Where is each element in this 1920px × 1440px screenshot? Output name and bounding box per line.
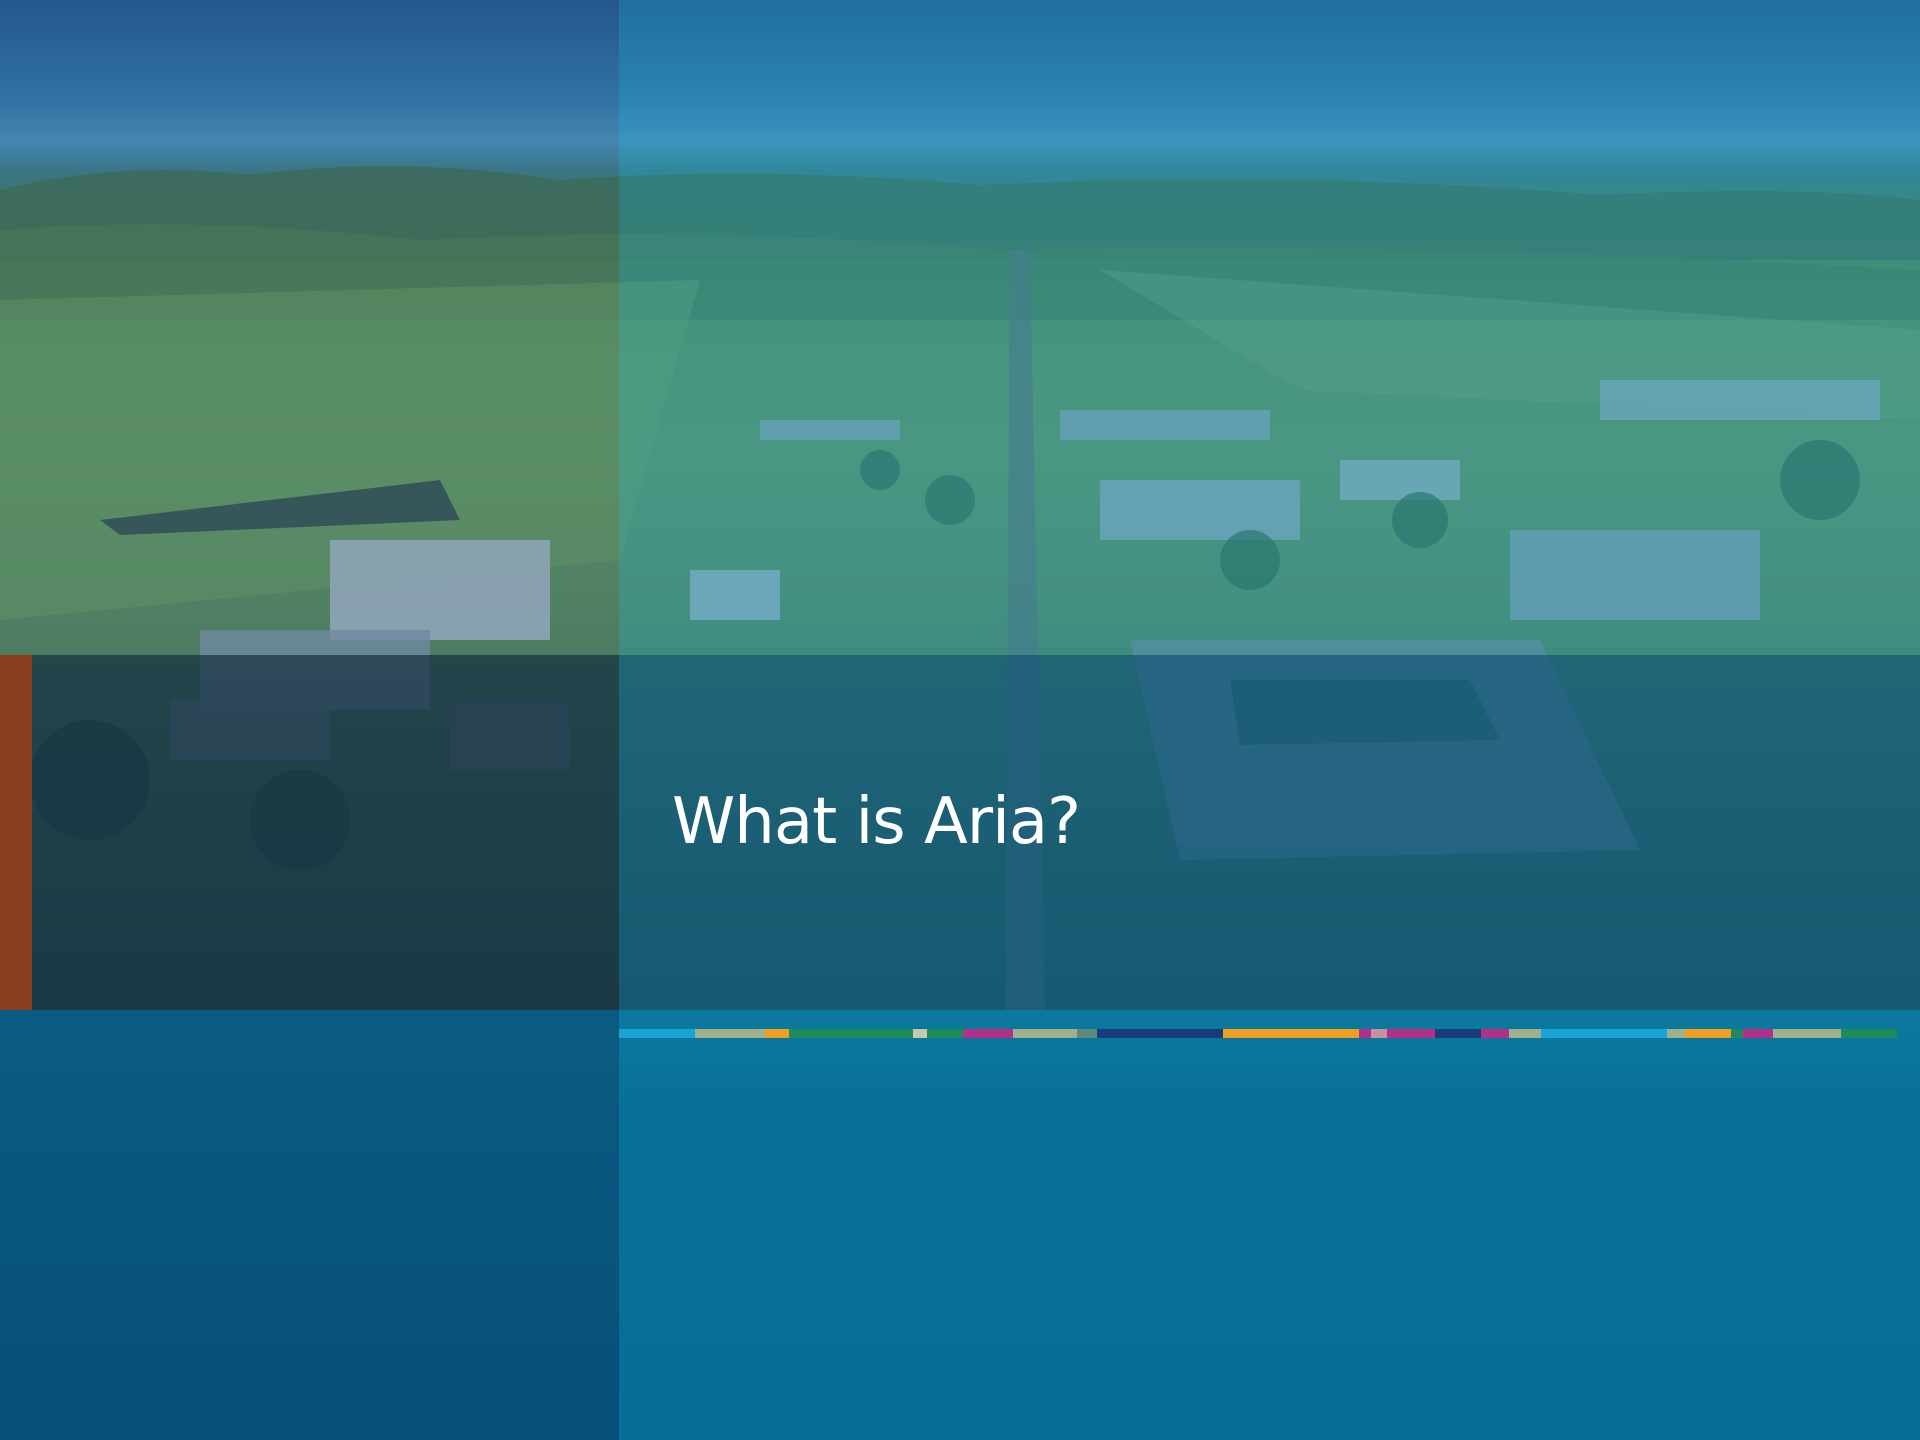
color-strip-segment bbox=[619, 1029, 695, 1038]
color-strip-segment bbox=[1481, 1029, 1509, 1038]
color-strip-segment bbox=[1685, 1029, 1731, 1038]
color-strip-segment bbox=[1077, 1029, 1097, 1038]
color-strip-segment bbox=[1097, 1029, 1223, 1038]
bottom-panel-right bbox=[619, 1010, 1920, 1440]
color-strip-segment bbox=[1773, 1029, 1841, 1038]
color-strip-segment bbox=[1743, 1029, 1773, 1038]
color-strip-segment bbox=[1435, 1029, 1481, 1038]
color-strip-segment bbox=[1731, 1029, 1743, 1038]
color-strip-segment bbox=[789, 1029, 913, 1038]
color-strip-segment bbox=[963, 1029, 1013, 1038]
title-slide: What is Aria? bbox=[0, 0, 1920, 1440]
accent-bar bbox=[0, 655, 32, 1010]
bottom-panel-left bbox=[0, 1010, 619, 1440]
color-strip-segment bbox=[1841, 1029, 1897, 1038]
color-strip-segment bbox=[913, 1029, 927, 1038]
color-strip-segment bbox=[1013, 1029, 1077, 1038]
color-strip-segment bbox=[1387, 1029, 1435, 1038]
color-strip-segment bbox=[1223, 1029, 1359, 1038]
title-band-left bbox=[0, 655, 619, 1010]
color-strip-segment bbox=[1509, 1029, 1541, 1038]
color-strip-segment bbox=[927, 1029, 963, 1038]
color-strip-segment bbox=[695, 1029, 765, 1038]
photo-tint-left bbox=[0, 0, 619, 655]
slide-title: What is Aria? bbox=[672, 785, 1081, 859]
photo-tint-right bbox=[619, 0, 1920, 655]
decorative-color-strip bbox=[619, 1029, 1920, 1038]
color-strip-segment bbox=[1359, 1029, 1371, 1038]
color-strip-segment bbox=[765, 1029, 789, 1038]
color-strip-segment bbox=[1371, 1029, 1387, 1038]
color-strip-segment bbox=[1667, 1029, 1685, 1038]
color-strip-segment bbox=[1541, 1029, 1667, 1038]
